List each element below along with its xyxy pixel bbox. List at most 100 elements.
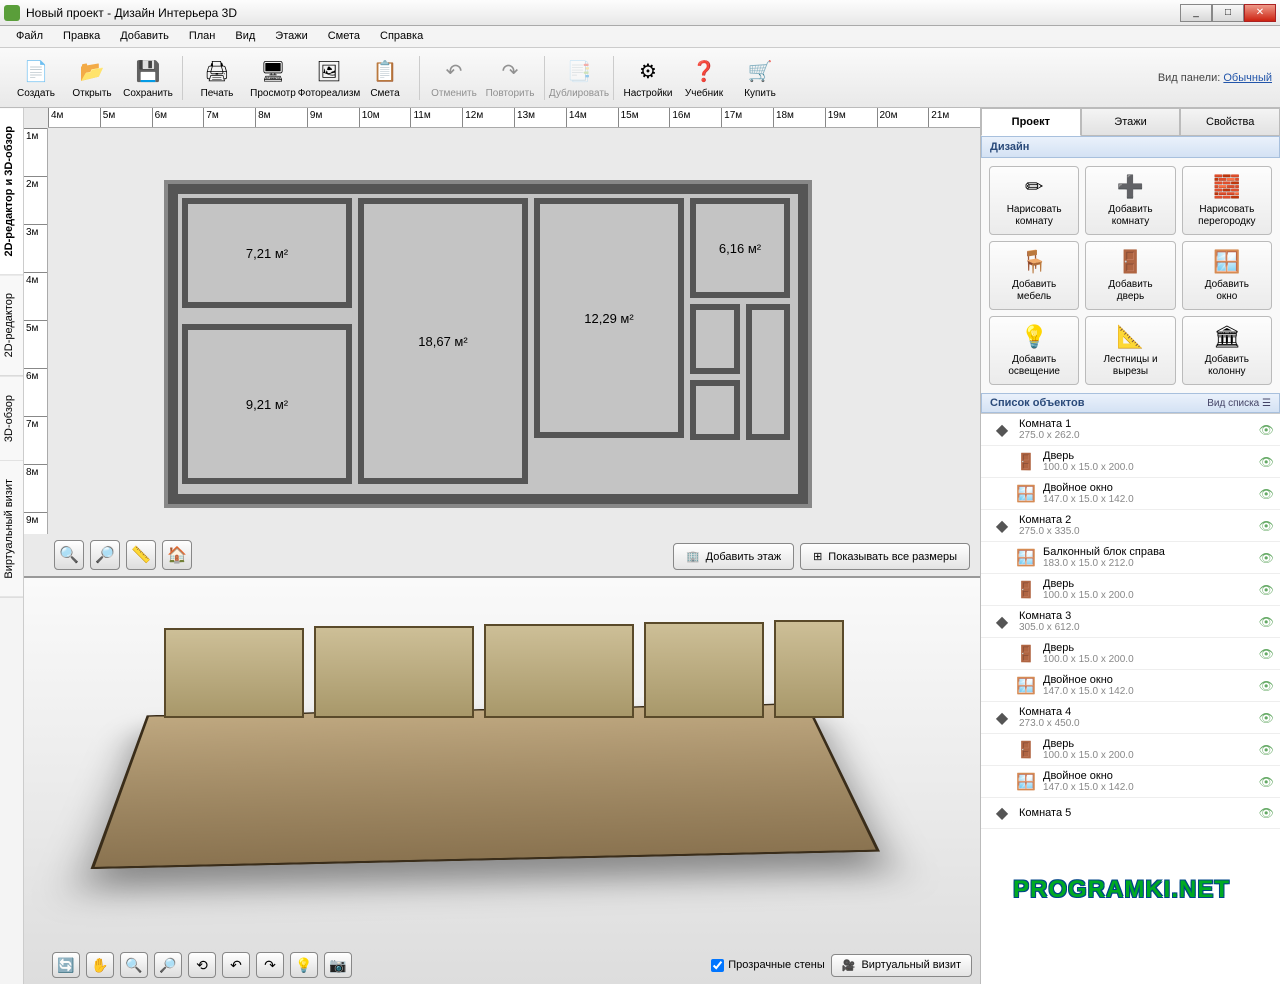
- menu-смета[interactable]: Смета: [318, 26, 370, 47]
- visibility-eye-icon[interactable]: 👁: [1259, 679, 1274, 693]
- object-item[interactable]: 🪟Двойное окно147.0 x 15.0 x 142.0👁: [981, 670, 1280, 702]
- zoom-in-3d-button[interactable]: 🔎: [154, 952, 182, 978]
- view-tab[interactable]: 2D-редактор и 3D-обзор: [0, 108, 23, 275]
- toolbar-separator: [544, 56, 545, 100]
- view-tab[interactable]: Виртуальный визит: [0, 461, 23, 598]
- design-btn[interactable]: 💡Добавитьосвещение: [989, 316, 1079, 385]
- menu-справка[interactable]: Справка: [370, 26, 433, 47]
- visibility-eye-icon[interactable]: 👁: [1259, 455, 1274, 469]
- transparent-walls-checkbox[interactable]: Прозрачные стены: [711, 959, 824, 972]
- toolbar-дублировать[interactable]: 📑Дублировать: [551, 54, 607, 101]
- floor-3d-model[interactable]: [84, 608, 884, 938]
- show-all-dims-button[interactable]: ⊞Показывать все размеры: [800, 543, 970, 570]
- design-btn[interactable]: 🚪Добавитьдверь: [1085, 241, 1175, 310]
- rotate-right-button[interactable]: ↷: [256, 952, 284, 978]
- panel-tab-свойства[interactable]: Свойства: [1180, 108, 1280, 136]
- view-3d[interactable]: 🔄 ✋ 🔍 🔎 ⟲ ↶ ↷ 💡 📷 Прозрачные стены 🎥Вирт…: [24, 578, 980, 984]
- toolbar-повторить[interactable]: ↷Повторить: [482, 54, 538, 101]
- visibility-eye-icon[interactable]: 👁: [1259, 615, 1274, 629]
- object-item[interactable]: ◆Комната 1275.0 x 262.0👁: [981, 414, 1280, 446]
- visibility-eye-icon[interactable]: 👁: [1259, 583, 1274, 597]
- object-item[interactable]: 🚪Дверь100.0 x 15.0 x 200.0👁: [981, 638, 1280, 670]
- room-3[interactable]: 12,29 м²: [534, 198, 684, 438]
- room-1[interactable]: 7,21 м²: [182, 198, 352, 308]
- virtual-visit-button[interactable]: 🎥Виртуальный визит: [831, 954, 972, 977]
- room-4[interactable]: 6,16 м²: [690, 198, 790, 298]
- minimize-button[interactable]: _: [1180, 4, 1212, 22]
- object-item[interactable]: 🚪Дверь100.0 x 15.0 x 200.0👁: [981, 574, 1280, 606]
- visibility-eye-icon[interactable]: 👁: [1259, 743, 1274, 757]
- object-item[interactable]: 🚪Дверь100.0 x 15.0 x 200.0👁: [981, 734, 1280, 766]
- object-item[interactable]: ◆Комната 4273.0 x 450.0👁: [981, 702, 1280, 734]
- menu-этажи[interactable]: Этажи: [265, 26, 317, 47]
- design-btn[interactable]: 🏛Добавитьколонну: [1182, 316, 1272, 385]
- toolbar-сохранить[interactable]: 💾Сохранить: [120, 54, 176, 101]
- toolbar-купить[interactable]: 🛒Купить: [732, 54, 788, 101]
- close-button[interactable]: ✕: [1244, 4, 1276, 22]
- zoom-in-button[interactable]: 🔎: [90, 540, 120, 570]
- menu-вид[interactable]: Вид: [225, 26, 265, 47]
- maximize-button[interactable]: □: [1212, 4, 1244, 22]
- visibility-eye-icon[interactable]: 👁: [1259, 647, 1274, 661]
- plan-2d-view[interactable]: 4м5м6м7м8м9м10м11м12м13м14м15м16м17м18м1…: [24, 108, 980, 578]
- room-small-2[interactable]: [690, 380, 740, 440]
- toolbar-фотореализм[interactable]: 🖼Фотореализм: [301, 54, 357, 101]
- view-list-link[interactable]: Вид списка ☰: [1207, 398, 1271, 409]
- zoom-out-button[interactable]: 🔍: [54, 540, 84, 570]
- design-btn[interactable]: 🪑Добавитьмебель: [989, 241, 1079, 310]
- plan-canvas[interactable]: 7,21 м² 18,67 м² 12,29 м² 6,16 м² 9,21 м…: [48, 128, 980, 534]
- object-item[interactable]: 🪟Двойное окно147.0 x 15.0 x 142.0👁: [981, 766, 1280, 798]
- view-tab[interactable]: 3D-обзор: [0, 377, 23, 461]
- floorplan[interactable]: 7,21 м² 18,67 м² 12,29 м² 6,16 м² 9,21 м…: [168, 184, 808, 504]
- zoom-out-3d-button[interactable]: 🔍: [120, 952, 148, 978]
- toolbar-учебник[interactable]: ❓Учебник: [676, 54, 732, 101]
- visibility-eye-icon[interactable]: 👁: [1259, 711, 1274, 725]
- room-5[interactable]: 9,21 м²: [182, 324, 352, 484]
- object-item[interactable]: 🪟Двойное окно147.0 x 15.0 x 142.0👁: [981, 478, 1280, 510]
- design-btn[interactable]: 🪟Добавитьокно: [1182, 241, 1272, 310]
- snapshot-button[interactable]: 📷: [324, 952, 352, 978]
- visibility-eye-icon[interactable]: 👁: [1259, 487, 1274, 501]
- panel-tab-проект[interactable]: Проект: [981, 108, 1081, 136]
- toolbar-открыть[interactable]: 📂Открыть: [64, 54, 120, 101]
- measure-button[interactable]: 📏: [126, 540, 156, 570]
- design-btn[interactable]: 🧱Нарисоватьперегородку: [1182, 166, 1272, 235]
- object-item[interactable]: ◆Комната 3305.0 x 612.0👁: [981, 606, 1280, 638]
- visibility-eye-icon[interactable]: 👁: [1259, 519, 1274, 533]
- object-item[interactable]: ◆Комната 5👁: [981, 798, 1280, 829]
- visibility-eye-icon[interactable]: 👁: [1259, 806, 1274, 820]
- main-toolbar: 📄Создать📂Открыть💾Сохранить 🖨Печать🖥Просмо…: [0, 48, 1280, 108]
- visibility-eye-icon[interactable]: 👁: [1259, 423, 1274, 437]
- pan-button[interactable]: ✋: [86, 952, 114, 978]
- panel-tab-этажи[interactable]: Этажи: [1081, 108, 1181, 136]
- toolbar-настройки[interactable]: ⚙Настройки: [620, 54, 676, 101]
- menu-добавить[interactable]: Добавить: [110, 26, 179, 47]
- menu-правка[interactable]: Правка: [53, 26, 110, 47]
- toolbar-отменить[interactable]: ↶Отменить: [426, 54, 482, 101]
- toolbar-просмотр[interactable]: 🖥Просмотр: [245, 54, 301, 101]
- object-item[interactable]: 🪟Балконный блок справа183.0 x 15.0 x 212…: [981, 542, 1280, 574]
- design-btn[interactable]: ➕Добавитькомнату: [1085, 166, 1175, 235]
- room-small-3[interactable]: [746, 304, 790, 440]
- toolbar-создать[interactable]: 📄Создать: [8, 54, 64, 101]
- reset-3d-button[interactable]: ⟲: [188, 952, 216, 978]
- visibility-eye-icon[interactable]: 👁: [1259, 551, 1274, 565]
- menu-план[interactable]: План: [179, 26, 226, 47]
- orbit-button[interactable]: 🔄: [52, 952, 80, 978]
- design-btn[interactable]: ✏Нарисоватькомнату: [989, 166, 1079, 235]
- object-item[interactable]: ◆Комната 2275.0 x 335.0👁: [981, 510, 1280, 542]
- panel-mode-link[interactable]: Обычный: [1223, 72, 1272, 84]
- room-2[interactable]: 18,67 м²: [358, 198, 528, 484]
- design-btn[interactable]: 📐Лестницы ивырезы: [1085, 316, 1175, 385]
- view-tab[interactable]: 2D-редактор: [0, 275, 23, 376]
- light-button[interactable]: 💡: [290, 952, 318, 978]
- room-small-1[interactable]: [690, 304, 740, 374]
- add-floor-button[interactable]: 🏢Добавить этаж: [673, 543, 794, 570]
- home-button[interactable]: 🏠: [162, 540, 192, 570]
- visibility-eye-icon[interactable]: 👁: [1259, 775, 1274, 789]
- menu-файл[interactable]: Файл: [6, 26, 53, 47]
- object-item[interactable]: 🚪Дверь100.0 x 15.0 x 200.0👁: [981, 446, 1280, 478]
- toolbar-печать[interactable]: 🖨Печать: [189, 54, 245, 101]
- rotate-left-button[interactable]: ↶: [222, 952, 250, 978]
- toolbar-смета[interactable]: 📋Смета: [357, 54, 413, 101]
